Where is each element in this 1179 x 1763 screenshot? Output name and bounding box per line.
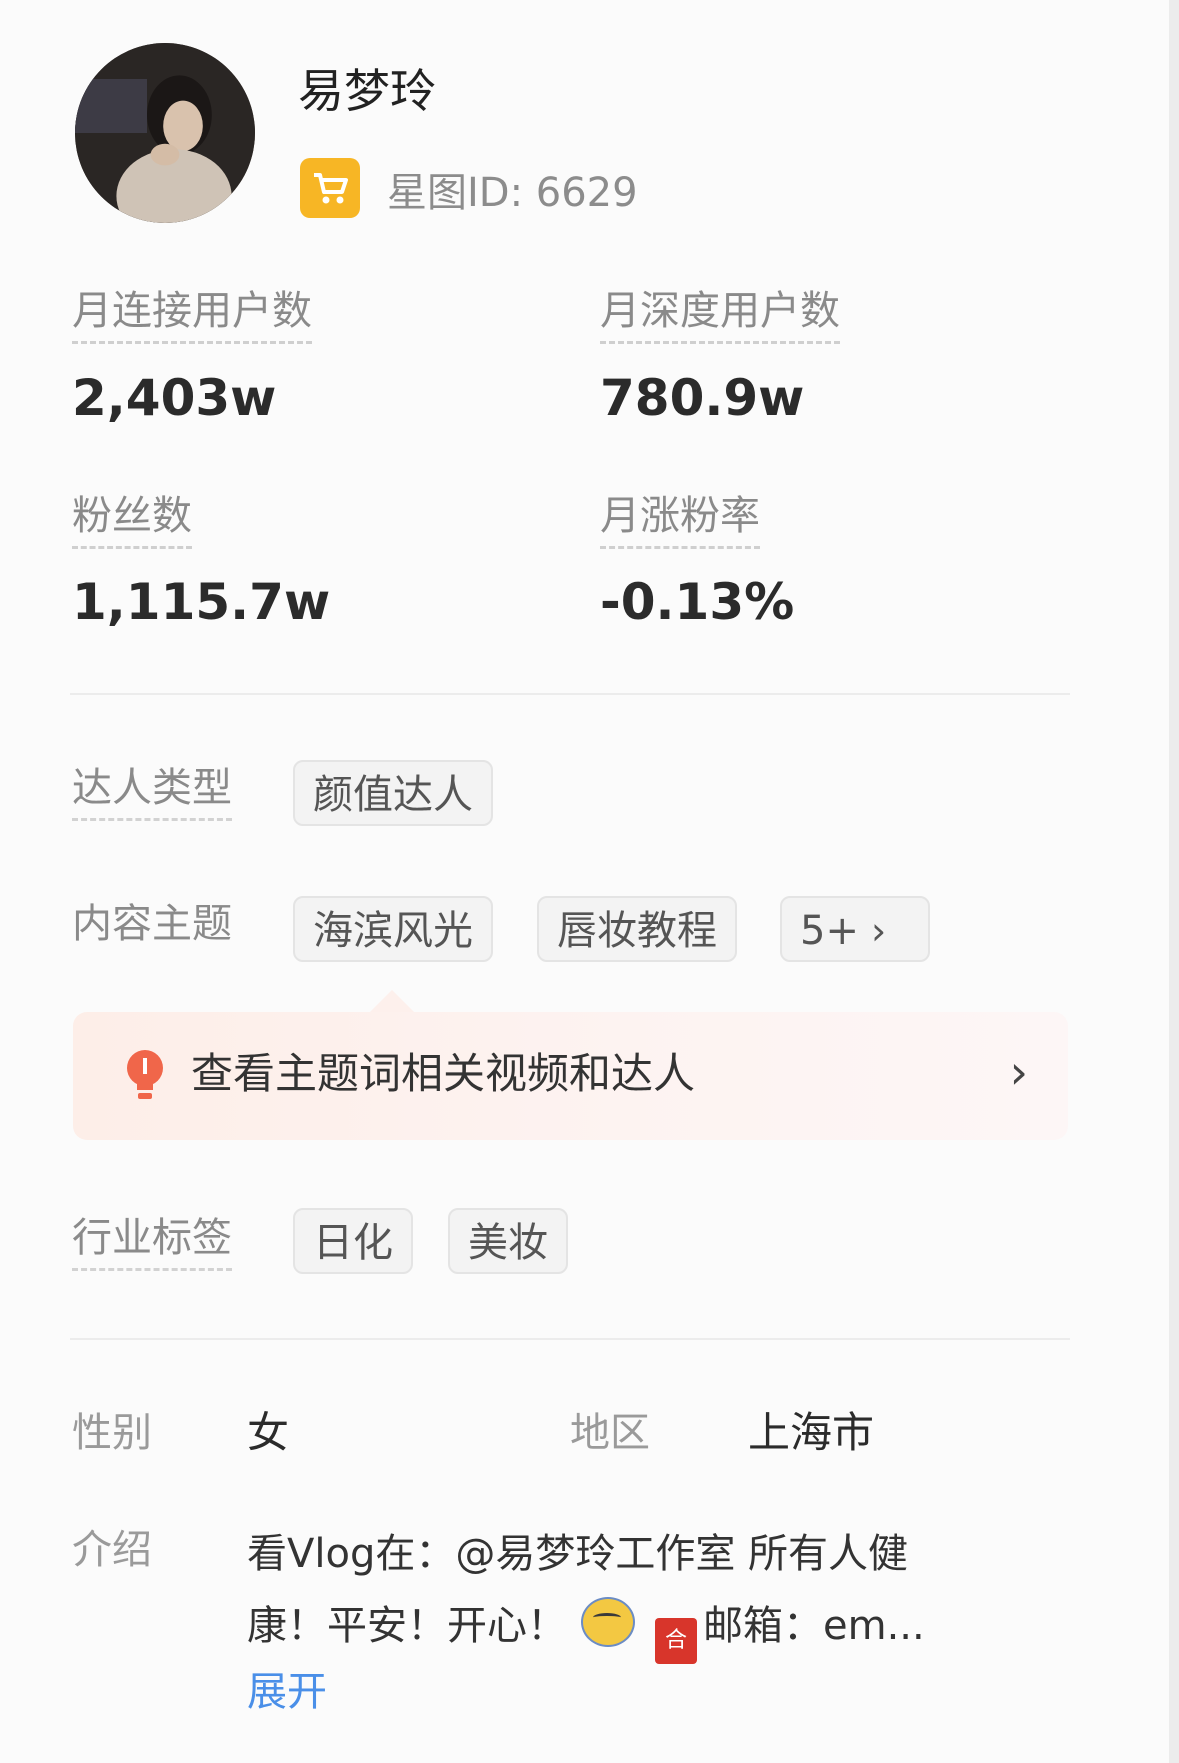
divider xyxy=(70,693,1070,695)
gender-label: 性别 xyxy=(72,1410,152,1456)
divider xyxy=(70,1338,1070,1340)
tag-industry-daily-chemical[interactable]: 日化 xyxy=(293,1208,413,1274)
banner-text: 查看主题词相关视频和达人 xyxy=(191,1049,696,1098)
region-value: 上海市 xyxy=(748,1408,875,1457)
stat-value-monthly-follower-growth: -0.13% xyxy=(600,573,795,631)
stat-value-monthly-connected-users: 2,403w xyxy=(72,369,277,427)
chevron-right-icon: › xyxy=(1009,1045,1028,1099)
creator-profile-card: 易梦玲 星图ID: 6629 月连接用户数 2,403w 月深度用户数 780.… xyxy=(0,0,1179,1763)
creator-type-label[interactable]: 达人类型 xyxy=(72,762,232,821)
tag-creator-type[interactable]: 颜值达人 xyxy=(293,760,493,826)
chevron-right-icon: › xyxy=(870,909,887,953)
red-envelope-emoji-icon: 合 xyxy=(655,1618,697,1664)
intro-text: 看Vlog在：@易梦玲工作室 所有人健 康！平安！开心！ 合邮箱：em... xyxy=(247,1518,1007,1664)
scrollbar-track[interactable] xyxy=(1169,0,1179,1763)
stat-label-monthly-connected-users[interactable]: 月连接用户数 xyxy=(72,285,312,344)
more-topics-button[interactable]: 5+ › xyxy=(780,896,930,962)
lightbulb-icon xyxy=(127,1050,163,1099)
intro-label: 介绍 xyxy=(72,1527,152,1573)
tip-pointer xyxy=(370,990,414,1012)
gender-value: 女 xyxy=(247,1408,290,1457)
stat-value-monthly-deep-users: 780.9w xyxy=(600,369,805,427)
stat-value-followers: 1,115.7w xyxy=(72,573,331,631)
intro-line-1: 看Vlog在：@易梦玲工作室 所有人健 xyxy=(247,1531,909,1577)
intro-line-2-text: 康！平安！开心！ xyxy=(247,1603,567,1649)
content-topic-label: 内容主题 xyxy=(72,901,232,947)
industry-label[interactable]: 行业标签 xyxy=(72,1212,232,1271)
intro-email: 邮箱：em... xyxy=(703,1603,925,1649)
smile-emoji-icon xyxy=(581,1597,635,1647)
stat-label-monthly-deep-users[interactable]: 月深度用户数 xyxy=(600,285,840,344)
expand-link[interactable]: 展开 xyxy=(247,1664,327,1720)
stat-label-followers[interactable]: 粉丝数 xyxy=(72,490,192,549)
avatar[interactable] xyxy=(75,43,255,223)
intro-line-2: 康！平安！开心！ 合邮箱：em... xyxy=(247,1590,1007,1664)
tag-topic-seaside[interactable]: 海滨风光 xyxy=(293,896,493,962)
topic-related-banner[interactable]: 查看主题词相关视频和达人 › xyxy=(73,1012,1068,1140)
region-label: 地区 xyxy=(570,1410,650,1456)
stat-label-monthly-follower-growth[interactable]: 月涨粉率 xyxy=(600,490,760,549)
creator-name: 易梦玲 xyxy=(298,64,436,118)
tag-topic-lip-makeup[interactable]: 唇妆教程 xyxy=(537,896,737,962)
more-topics-count: 5+ xyxy=(800,908,859,954)
redacted-area xyxy=(660,140,1090,230)
avatar-photo xyxy=(75,43,255,223)
tag-industry-beauty[interactable]: 美妆 xyxy=(448,1208,568,1274)
shopping-cart-icon xyxy=(300,158,360,218)
xingtu-id: 星图ID: 6629 xyxy=(387,170,638,216)
